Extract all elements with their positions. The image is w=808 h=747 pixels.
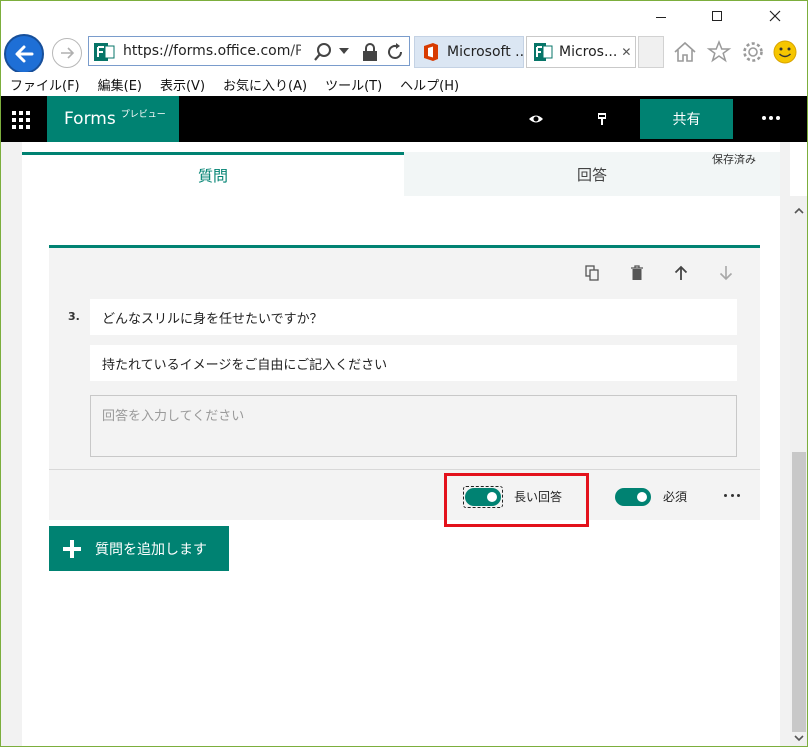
- back-button[interactable]: [4, 34, 44, 74]
- question-number: 3.: [68, 310, 80, 323]
- add-question-button[interactable]: 質問を追加します: [49, 526, 229, 571]
- star-icon[interactable]: [706, 39, 732, 65]
- forward-button[interactable]: [52, 38, 82, 68]
- browser-tab-1[interactable]: Microsoft ...: [414, 36, 524, 68]
- share-button[interactable]: 共有: [640, 99, 733, 139]
- editor-tabs: 質問 回答: [22, 152, 780, 196]
- brand-name: Forms: [64, 109, 116, 129]
- forms-favicon-icon: [93, 41, 115, 63]
- scroll-up-icon[interactable]: [793, 205, 805, 217]
- minimize-button[interactable]: [646, 4, 676, 28]
- close-icon: [769, 10, 781, 22]
- forms-favicon-icon: [534, 43, 553, 61]
- add-question-label: 質問を追加します: [95, 541, 207, 558]
- toggle-knob: [637, 492, 647, 502]
- close-button[interactable]: [760, 4, 790, 28]
- browser-tab-2[interactable]: Micros... ✕: [526, 36, 636, 68]
- url-path: /Pa: [290, 43, 301, 59]
- required-label: 必須: [663, 490, 688, 504]
- menu-help[interactable]: ヘルプ(H): [400, 75, 459, 94]
- smiley-icon[interactable]: [772, 39, 798, 65]
- question-card[interactable]: 3. どんなスリルに身を任せたいですか？ 持たれているイメージをご自由にご記入く…: [49, 245, 760, 520]
- more-options-icon[interactable]: [762, 116, 780, 122]
- required-toggle[interactable]: [615, 488, 651, 506]
- eye-icon[interactable]: [528, 112, 544, 126]
- menu-file[interactable]: ファイル(F): [10, 75, 80, 94]
- maximize-icon: [712, 11, 722, 21]
- scrollbar-thumb[interactable]: [792, 452, 806, 732]
- arrow-up-icon[interactable]: [673, 265, 689, 281]
- address-url: https://forms.office.com/Pa: [123, 43, 301, 61]
- browser-navigation-bar: https://forms.office.com/Pa Microsoft ..…: [0, 34, 808, 74]
- gear-icon[interactable]: [740, 39, 766, 65]
- tab-questions[interactable]: 質問: [22, 152, 404, 196]
- brand-preview-tag: プレビュー: [120, 109, 166, 120]
- question-title-field[interactable]: どんなスリルに身を任せたいですか？: [90, 299, 737, 335]
- save-status: 保存済み: [712, 153, 756, 166]
- question-more-icon[interactable]: [724, 494, 740, 498]
- menu-bar: ファイル(F) 編集(E) 表示(V) お気に入り(A) ツール(T) ヘルプ(…: [0, 72, 808, 96]
- menu-edit[interactable]: 編集(E): [98, 75, 142, 94]
- plus-icon: [63, 539, 81, 558]
- address-dropdown-icon[interactable]: [339, 48, 349, 54]
- annotation-highlight-box: [444, 473, 589, 527]
- tab-close-icon[interactable]: ✕: [621, 45, 631, 59]
- arrow-down-icon[interactable]: [718, 265, 734, 281]
- refresh-icon[interactable]: [385, 42, 405, 62]
- office-logo-icon: [424, 43, 438, 61]
- url-domain: office.com: [217, 43, 291, 59]
- question-subtitle-field[interactable]: 持たれているイメージをご自由にご記入ください: [90, 345, 737, 381]
- paint-brush-icon[interactable]: [594, 112, 610, 126]
- forms-app-header: Forms プレビュー 共有: [0, 96, 808, 142]
- app-launcher-icon[interactable]: [12, 111, 30, 129]
- question-options-bar: [49, 469, 760, 520]
- browser-tab-2-label: Micros...: [559, 44, 618, 60]
- forms-brand[interactable]: Forms プレビュー: [47, 96, 179, 142]
- menu-tools[interactable]: ツール(T): [325, 75, 382, 94]
- search-icon[interactable]: [313, 42, 333, 62]
- scroll-down-icon[interactable]: [793, 732, 805, 744]
- address-bar[interactable]: https://forms.office.com/Pa: [88, 36, 410, 66]
- minimize-icon: [656, 16, 666, 18]
- copy-icon[interactable]: [584, 265, 600, 281]
- maximize-button[interactable]: [702, 4, 732, 28]
- trash-icon[interactable]: [629, 265, 645, 281]
- menu-favorites[interactable]: お気に入り(A): [223, 75, 307, 94]
- new-tab-button[interactable]: [638, 36, 664, 68]
- lock-icon[interactable]: [361, 42, 379, 62]
- browser-tab-1-label: Microsoft ...: [447, 44, 524, 60]
- menu-view[interactable]: 表示(V): [160, 75, 205, 94]
- answer-input[interactable]: 回答を入力してください: [90, 395, 737, 457]
- forward-arrow-icon: [61, 47, 75, 59]
- back-arrow-icon: [15, 45, 34, 63]
- window-titlebar: [0, 0, 808, 34]
- url-prefix: https://forms.: [123, 43, 218, 59]
- home-icon[interactable]: [672, 39, 698, 65]
